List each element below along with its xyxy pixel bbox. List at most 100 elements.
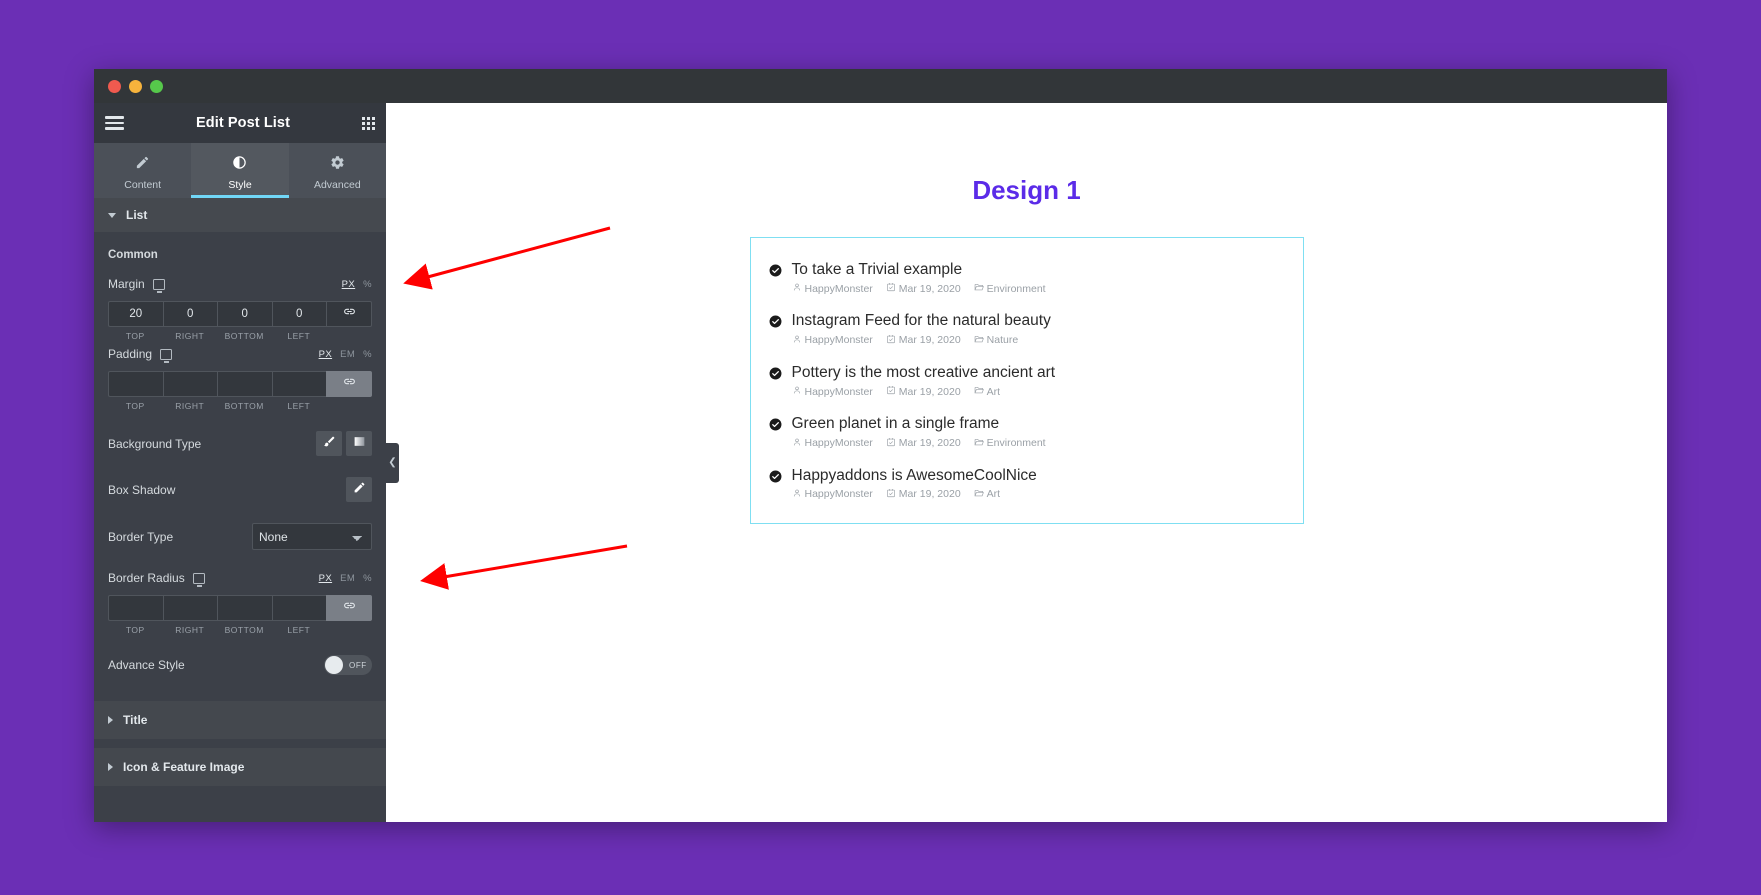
user-icon xyxy=(792,385,802,398)
unit-percent[interactable]: % xyxy=(363,573,372,584)
post-date-label: Mar 19, 2020 xyxy=(898,488,961,501)
margin-top-input[interactable] xyxy=(108,301,163,327)
margin-bottom-cell: BOTTOM xyxy=(217,301,272,341)
control-box-shadow: Box Shadow xyxy=(108,459,372,505)
minimize-window-button[interactable] xyxy=(129,79,142,93)
section-header-icon-feature-image[interactable]: Icon & Feature Image xyxy=(94,748,386,787)
border-radius-left-input[interactable] xyxy=(271,595,326,621)
margin-right-input[interactable] xyxy=(162,301,217,327)
margin-right-cell: RIGHT xyxy=(162,301,217,341)
unit-em[interactable]: EM xyxy=(340,573,355,584)
padding-left-sublabel: LEFT xyxy=(287,401,311,411)
padding-left-cell: LEFT xyxy=(271,371,326,411)
background-type-gradient-button[interactable] xyxy=(346,431,372,456)
chevron-left-icon: ❮ xyxy=(388,457,397,468)
chevron-right-icon xyxy=(108,716,113,724)
panel-scroll-area[interactable]: List Common Margin PX % 20 TOP 0 RIGHT 0… xyxy=(94,198,386,822)
hamburger-menu-icon[interactable] xyxy=(105,116,124,130)
padding-right-input[interactable] xyxy=(162,371,217,397)
post-meta: HappyMonster Mar 19, 2020 Environment xyxy=(792,437,1285,450)
unit-percent[interactable]: % xyxy=(363,279,372,290)
unit-em[interactable]: EM xyxy=(340,349,355,360)
border-type-select[interactable]: None xyxy=(252,523,372,550)
unit-px[interactable]: PX xyxy=(319,573,332,584)
padding-label-wrap: Padding xyxy=(108,347,173,363)
post-date: Mar 19, 2020 xyxy=(886,282,961,295)
tab-content-label: Content xyxy=(124,178,162,191)
post-category: Art xyxy=(974,385,1000,398)
control-border-type: Border Type None xyxy=(108,505,372,553)
border-radius-right-input[interactable] xyxy=(162,595,217,621)
post-category-label: Art xyxy=(986,385,1001,398)
border-radius-top-input[interactable] xyxy=(108,595,163,621)
post-meta: HappyMonster Mar 19, 2020 Art xyxy=(792,385,1285,398)
padding-top-input[interactable] xyxy=(108,371,163,397)
border-radius-units: PX EM % xyxy=(319,573,372,584)
padding-link-values-button[interactable] xyxy=(326,371,372,397)
margin-label: Margin xyxy=(108,277,145,291)
padding-top-sublabel: TOP xyxy=(125,401,145,411)
post-title[interactable]: Instagram Feed for the natural beauty xyxy=(792,311,1285,330)
padding-left-input[interactable] xyxy=(271,371,326,397)
post-author-label: HappyMonster xyxy=(804,385,873,398)
section-label-list: List xyxy=(126,208,148,222)
post-title[interactable]: Happyaddons is AwesomeCoolNice xyxy=(792,466,1285,485)
border-radius-top-cell: TOP xyxy=(108,595,163,635)
unit-px[interactable]: PX xyxy=(342,279,355,290)
border-radius-bottom-cell: BOTTOM xyxy=(217,595,272,635)
advance-style-toggle[interactable]: OFF xyxy=(324,655,372,675)
margin-bottom-input[interactable] xyxy=(217,301,272,327)
section-header-title[interactable]: Title xyxy=(94,701,386,740)
post-category: Environment xyxy=(974,282,1046,295)
post-content: To take a Trivial example HappyMonster M… xyxy=(792,260,1285,295)
desktop-monitor-icon[interactable] xyxy=(192,572,205,587)
desktop-monitor-icon[interactable] xyxy=(160,348,173,363)
padding-bottom-sublabel: BOTTOM xyxy=(224,401,264,411)
list-item[interactable]: To take a Trivial example HappyMonster M… xyxy=(769,260,1285,295)
maximize-window-button[interactable] xyxy=(150,79,163,93)
border-radius-dimension-row: TOP RIGHT BOTTOM LEFT xyxy=(108,595,372,635)
post-date: Mar 19, 2020 xyxy=(886,334,961,347)
border-radius-top-sublabel: TOP xyxy=(125,625,145,635)
chevron-down-icon xyxy=(108,212,116,218)
post-category-label: Art xyxy=(986,488,1001,501)
panel-collapse-handle[interactable]: ❮ xyxy=(386,443,399,483)
padding-bottom-input[interactable] xyxy=(217,371,272,397)
margin-link-values-button[interactable] xyxy=(326,301,372,327)
advance-style-state: OFF xyxy=(349,660,367,670)
link-chain-icon xyxy=(343,375,356,393)
unit-px[interactable]: PX xyxy=(319,349,332,360)
control-background-type: Background Type xyxy=(108,411,372,459)
post-title[interactable]: To take a Trivial example xyxy=(792,260,1285,279)
border-radius-link-values-button[interactable] xyxy=(326,595,372,621)
user-icon xyxy=(792,488,802,501)
tab-advanced[interactable]: Advanced xyxy=(289,143,386,198)
post-title[interactable]: Pottery is the most creative ancient art xyxy=(792,363,1285,382)
desktop-monitor-icon[interactable] xyxy=(152,278,165,293)
calendar-check-icon xyxy=(886,488,896,501)
grid-apps-icon[interactable] xyxy=(361,116,375,130)
post-title[interactable]: Green planet in a single frame xyxy=(792,414,1285,433)
tab-content[interactable]: Content xyxy=(94,143,191,198)
box-shadow-edit-button[interactable] xyxy=(346,477,372,502)
margin-top-cell: TOP xyxy=(108,301,163,341)
padding-right-sublabel: RIGHT xyxy=(175,401,205,411)
paint-brush-icon xyxy=(323,435,336,453)
list-item[interactable]: Happyaddons is AwesomeCoolNice HappyMons… xyxy=(769,466,1285,501)
list-item[interactable]: Pottery is the most creative ancient art… xyxy=(769,363,1285,398)
check-circle-filled-icon xyxy=(769,315,782,328)
margin-left-input[interactable] xyxy=(271,301,326,327)
list-item[interactable]: Instagram Feed for the natural beauty Ha… xyxy=(769,311,1285,346)
unit-percent[interactable]: % xyxy=(363,349,372,360)
list-item[interactable]: Green planet in a single frame HappyMons… xyxy=(769,414,1285,449)
advance-style-label: Advance Style xyxy=(108,658,185,672)
background-type-classic-button[interactable] xyxy=(316,431,342,456)
border-radius-bottom-input[interactable] xyxy=(217,595,272,621)
post-meta: HappyMonster Mar 19, 2020 Environment xyxy=(792,282,1285,295)
post-author-label: HappyMonster xyxy=(804,334,873,347)
post-list-widget[interactable]: To take a Trivial example HappyMonster M… xyxy=(749,237,1304,524)
tab-style[interactable]: Style xyxy=(191,143,289,198)
section-header-list[interactable]: List xyxy=(94,198,386,233)
close-window-button[interactable] xyxy=(108,79,121,93)
post-category: Environment xyxy=(974,437,1046,450)
